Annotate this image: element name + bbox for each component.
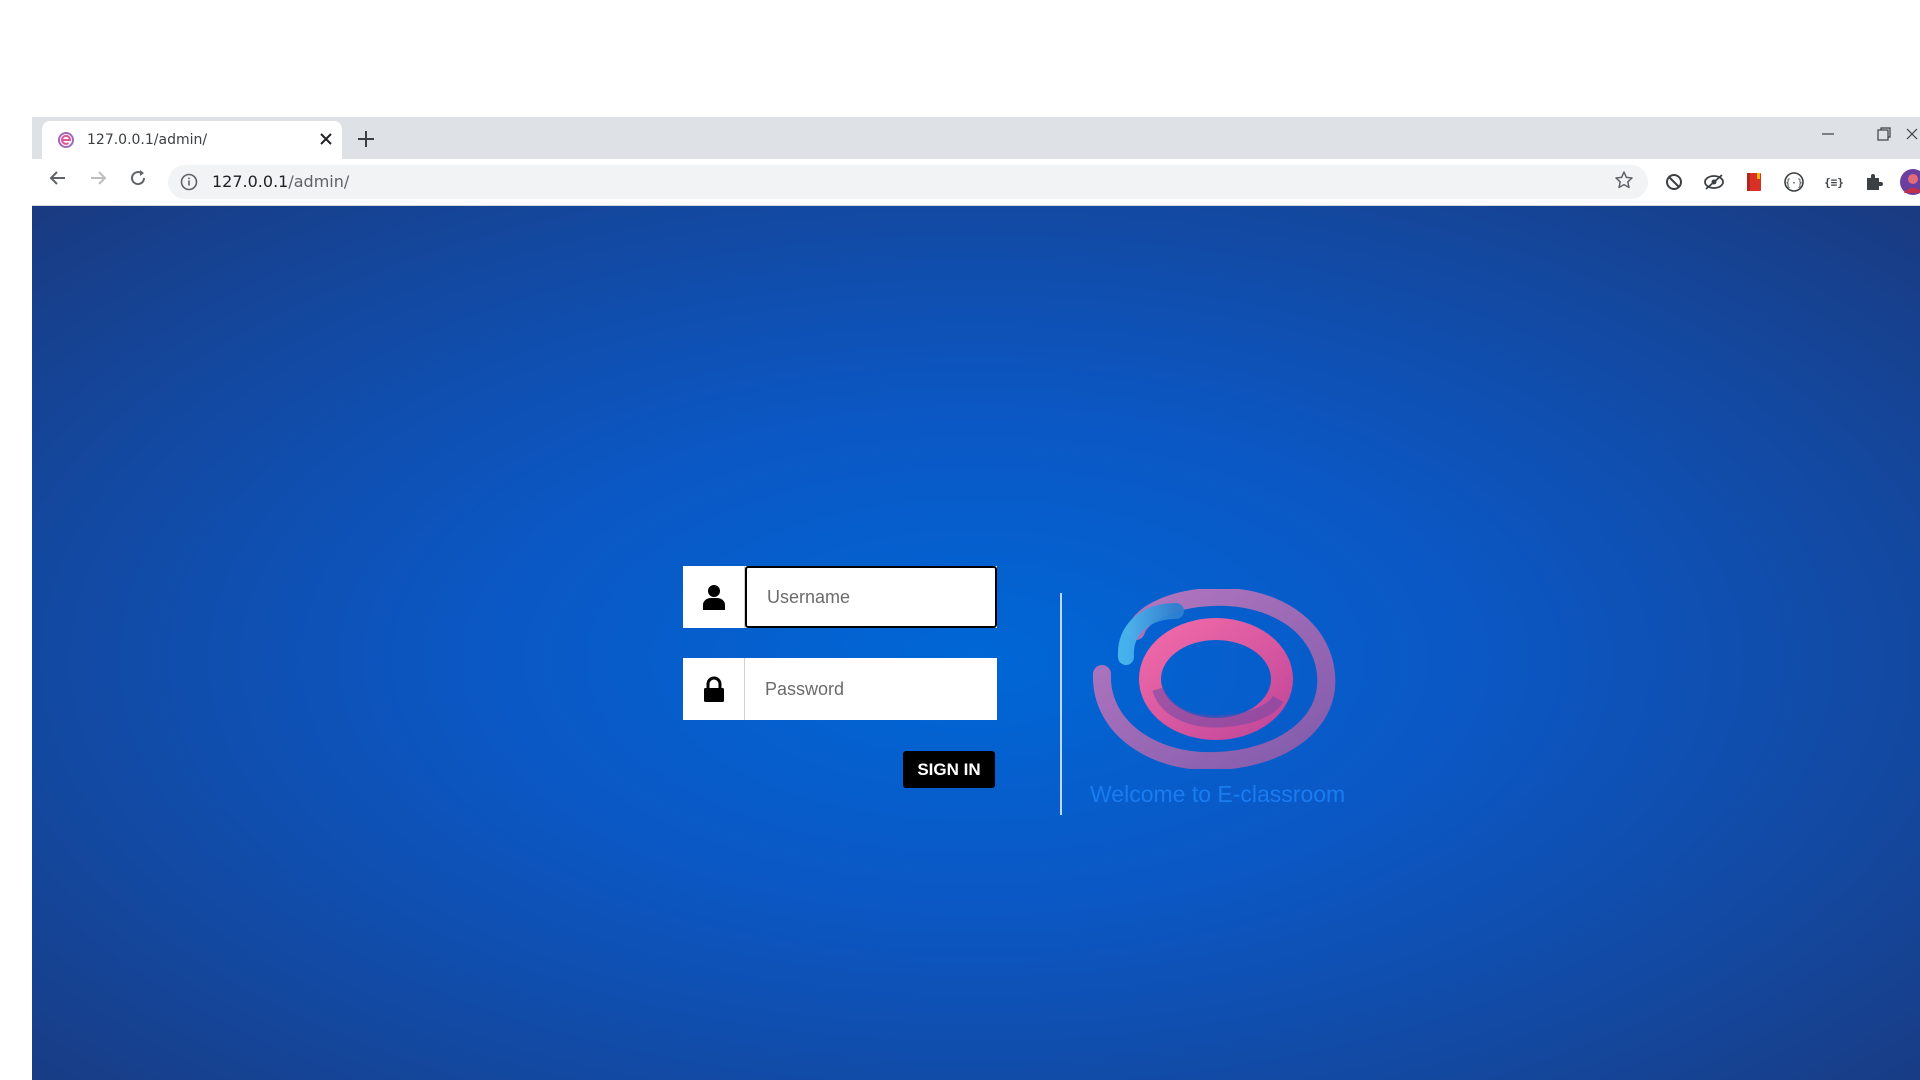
star-icon[interactable] [1614,170,1634,195]
lock-icon [704,676,724,702]
e-classroom-logo-icon [1086,587,1336,771]
arrow-right-icon[interactable] [84,168,112,196]
url-text: 127.0.0.1/admin/ [212,172,349,191]
username-field [683,566,997,628]
svg-text:{·}: {·} [1785,178,1803,189]
user-icon-box [683,566,745,628]
info-icon[interactable] [180,173,198,191]
lock-icon-box [683,658,745,720]
password-field [683,658,997,720]
svg-text:{≡}: {≡} [1824,176,1844,189]
browser-window: 127.0.0.1/admin/ 127.0.0.1/admin/ {·} {≡… [32,117,1920,1080]
tab-title: 127.0.0.1/admin/ [87,132,208,148]
braces-icon[interactable]: {≡} [1822,170,1846,194]
restore-icon[interactable] [1864,123,1904,153]
tab-strip: 127.0.0.1/admin/ [32,117,1920,159]
eye-slash-icon[interactable] [1702,170,1726,194]
arrow-left-icon[interactable] [44,168,72,196]
close-icon[interactable] [316,129,336,149]
puzzle-icon[interactable] [1862,170,1886,194]
minimize-icon[interactable] [1808,123,1848,153]
plus-icon[interactable] [352,125,380,153]
block-icon[interactable] [1662,170,1686,194]
login-page: SIGN IN [32,206,1920,1080]
vertical-divider [1060,593,1062,815]
profile-avatar[interactable] [1900,169,1920,195]
braces-circle-icon[interactable]: {·} [1782,170,1806,194]
e-classroom-logo-icon [58,132,74,148]
red-book-icon[interactable] [1742,170,1766,194]
browser-toolbar: 127.0.0.1/admin/ {·} {≡} [32,159,1920,206]
user-icon [703,585,725,610]
address-bar[interactable]: 127.0.0.1/admin/ [168,165,1648,199]
close-window-icon[interactable] [1904,123,1920,153]
sign-in-button[interactable]: SIGN IN [903,751,995,788]
url-host: 127.0.0.1 [212,172,289,191]
browser-tab[interactable]: 127.0.0.1/admin/ [42,121,342,159]
username-input[interactable] [745,566,997,628]
url-path: /admin/ [288,172,350,191]
welcome-text: Welcome to E-classroom [1090,781,1346,807]
password-input[interactable] [745,658,997,720]
reload-icon[interactable] [124,168,152,196]
